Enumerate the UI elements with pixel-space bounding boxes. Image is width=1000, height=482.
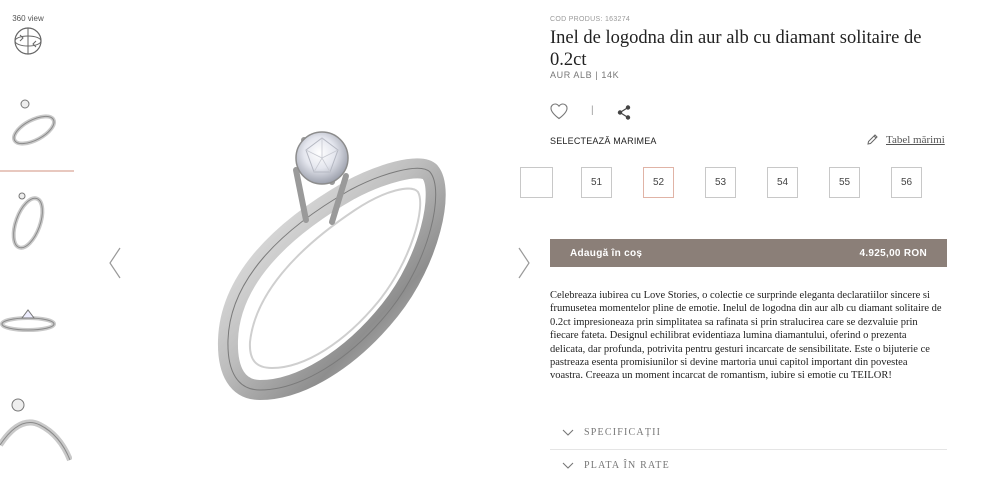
- size-option[interactable]: 53: [705, 167, 736, 198]
- size-option[interactable]: 55: [829, 167, 860, 198]
- thumbnail-column: 360 view: [0, 0, 74, 473]
- thumbnail-4[interactable]: [0, 385, 72, 465]
- heart-icon[interactable]: [550, 103, 568, 120]
- size-table-label: Tabel mărimi: [886, 134, 945, 146]
- add-to-cart-label: Adaugă în coș: [570, 247, 643, 259]
- thumbnail-1[interactable]: [0, 86, 72, 166]
- active-thumbnail-indicator: [0, 170, 74, 172]
- price: 4.925,00 RON: [859, 247, 927, 259]
- view-360-label: 360 view: [12, 14, 44, 23]
- ring-thumbnail-image: [11, 192, 45, 250]
- size-option-partial[interactable]: [520, 167, 553, 198]
- product-description: Celebreaza iubirea cu Love Stories, o co…: [550, 290, 942, 382]
- product-material: AUR ALB | 14K: [550, 70, 620, 80]
- view-360-button[interactable]: 360 view: [8, 14, 48, 56]
- product-info-panel: COD PRODUS: 163274 Inel de logodna din a…: [520, 0, 950, 473]
- size-options: 51 52 53 54 55 56: [520, 167, 950, 201]
- accordion-installments[interactable]: PLATA ÎN RATE: [550, 452, 947, 482]
- product-code: COD PRODUS: 163274: [550, 16, 631, 23]
- thumbnail-3[interactable]: [0, 282, 72, 362]
- chevron-down-icon: [562, 429, 574, 436]
- chevron-down-icon: [562, 462, 574, 469]
- select-size-label: SELECTEAZĂ MARIMEA: [550, 136, 657, 146]
- product-actions: |: [550, 103, 670, 123]
- thumbnail-2[interactable]: [0, 178, 72, 258]
- actions-separator: |: [591, 105, 594, 116]
- 360-view-icon: [14, 27, 42, 55]
- ring-thumbnail-image: [0, 309, 56, 332]
- product-title: Inel de logodna din aur alb cu diamant s…: [550, 28, 922, 70]
- add-to-cart-button[interactable]: Adaugă în coș 4.925,00 RON: [550, 239, 947, 267]
- ring-thumbnail-image: [12, 99, 56, 146]
- size-option[interactable]: 56: [891, 167, 922, 198]
- size-option[interactable]: 51: [581, 167, 612, 198]
- ring-thumbnail-image: [0, 398, 72, 462]
- pencil-icon: [867, 134, 878, 145]
- product-main-image: [217, 131, 446, 401]
- size-option[interactable]: 54: [767, 167, 798, 198]
- share-icon[interactable]: [617, 105, 631, 120]
- accordion-title: PLATA ÎN RATE: [584, 460, 670, 471]
- accordion-specifications[interactable]: SPECIFICAȚII: [550, 419, 947, 450]
- accordion-title: SPECIFICAȚII: [584, 427, 662, 438]
- size-option-selected[interactable]: 52: [643, 167, 674, 198]
